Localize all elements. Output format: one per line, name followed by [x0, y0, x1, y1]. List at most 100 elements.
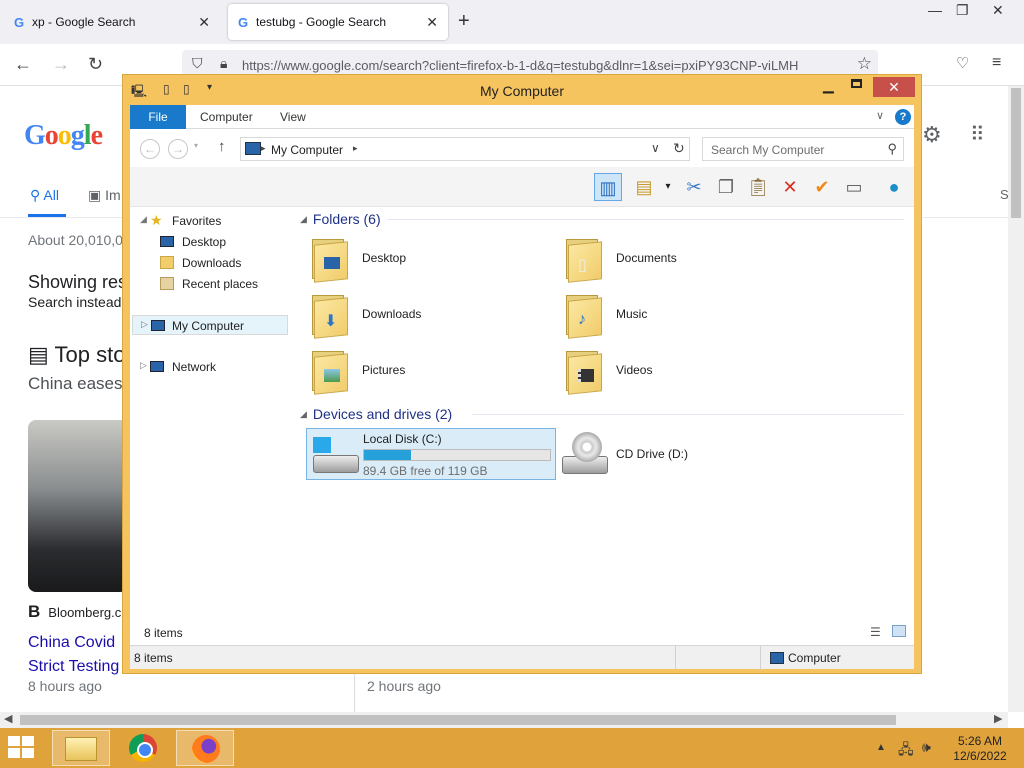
delete-icon[interactable]: ✕: [776, 173, 804, 201]
tab-all[interactable]: ⚲ All: [30, 187, 59, 204]
breadcrumb-chevron-icon[interactable]: ▸: [261, 143, 266, 154]
minimize-icon[interactable]: ▁: [823, 77, 834, 94]
volume-icon[interactable]: 🕪︎: [922, 739, 931, 756]
up-arrow-icon[interactable]: ↑: [218, 138, 226, 155]
back-icon[interactable]: ←: [140, 139, 160, 159]
close-icon[interactable]: ✕: [873, 77, 915, 97]
taskbar-chrome[interactable]: [114, 730, 172, 766]
search-icon[interactable]: ⚲: [887, 141, 897, 157]
tab-xp-search[interactable]: G xp - Google Search ✕: [4, 4, 220, 40]
show-hidden-icons-icon[interactable]: ▲: [876, 742, 886, 753]
forward-icon[interactable]: →: [52, 54, 70, 75]
navigation-pane-icon[interactable]: ▥: [594, 173, 622, 201]
scroll-left-icon[interactable]: ◀: [4, 712, 12, 725]
tab-label: testubg - Google Search: [256, 15, 387, 29]
paste-icon[interactable]: 📋︎: [744, 173, 772, 201]
taskbar-clock[interactable]: 5:26 AM 12/6/2022: [950, 734, 1010, 764]
cd-drive-icon: [562, 432, 608, 476]
network-tray-icon[interactable]: 🖧︎: [898, 739, 914, 763]
folder-pictures[interactable]: Pictures: [310, 345, 540, 397]
breadcrumb-chevron-icon[interactable]: ▸: [353, 143, 358, 154]
settings-gear-icon[interactable]: ⚙: [922, 122, 942, 148]
search-placeholder[interactable]: Search My Computer: [711, 143, 824, 157]
address-bar[interactable]: ▸ My Computer ▸ ∨ ↻: [240, 137, 690, 161]
nav-desktop[interactable]: Desktop: [130, 232, 290, 252]
bookmark-star-icon[interactable]: ☆: [857, 54, 872, 74]
nav-recent-places[interactable]: Recent places: [130, 274, 290, 294]
page-horizontal-scrollbar[interactable]: ◀ ▶: [0, 712, 1008, 728]
tab-view[interactable]: View: [266, 105, 320, 129]
devices-group-header[interactable]: ◢ Devices and drives (2): [300, 406, 452, 422]
rename-icon[interactable]: ✔: [808, 173, 836, 201]
tab-testubg-search[interactable]: G testubg - Google Search ✕: [228, 4, 448, 40]
search-box[interactable]: Search My Computer ⚲: [702, 137, 904, 161]
desktop-folder-icon: [310, 237, 350, 283]
scroll-right-icon[interactable]: ▶: [994, 712, 1002, 725]
pocket-icon[interactable]: ♡: [956, 54, 969, 72]
navigation-pane: ◢ ★ Favorites Desktop Downloads Recent p…: [130, 207, 290, 617]
shield-icon[interactable]: ⛉: [192, 55, 203, 72]
close-window-icon[interactable]: ✕: [992, 2, 1004, 19]
properties-dropdown-icon[interactable]: ▾: [654, 173, 682, 201]
apps-grid-icon[interactable]: ⠿: [970, 122, 985, 147]
tab-computer[interactable]: Computer: [186, 105, 267, 129]
forward-icon[interactable]: →: [168, 139, 188, 159]
drive-local-disk-c[interactable]: Local Disk (C:) 89.4 GB free of 119 GB: [306, 428, 556, 480]
search-instead-link[interactable]: Search instead: [28, 294, 121, 310]
close-tab-icon[interactable]: ✕: [198, 14, 210, 31]
menu-icon[interactable]: ≡: [992, 54, 1001, 72]
recent-locations-icon[interactable]: ▾: [194, 141, 198, 150]
expand-arrow-icon[interactable]: ◢: [140, 214, 147, 225]
google-logo[interactable]: Google: [24, 120, 103, 152]
nav-my-computer[interactable]: ▷ My Computer: [132, 315, 288, 335]
expand-arrow-icon[interactable]: ▷: [140, 360, 147, 371]
close-tab-icon[interactable]: ✕: [426, 14, 438, 31]
recent-places-icon: [160, 277, 174, 290]
folder-music[interactable]: ♪ Music: [564, 289, 794, 341]
bloomberg-logo-icon: B: [28, 602, 41, 621]
story-thumbnail[interactable]: [28, 420, 128, 592]
minimize-icon[interactable]: —: [928, 2, 942, 18]
lock-icon[interactable]: 🔒︎: [220, 55, 227, 72]
nav-favorites[interactable]: ◢ ★ Favorites: [130, 211, 290, 231]
details-view-icon[interactable]: ☰: [870, 625, 881, 639]
cut-icon[interactable]: ✂: [680, 173, 708, 201]
folder-desktop[interactable]: Desktop: [310, 233, 540, 285]
nav-network[interactable]: ▷ Network: [130, 357, 290, 377]
address-dropdown-icon[interactable]: ∨: [651, 141, 660, 155]
story-headline-link[interactable]: China Covid Strict Testing: [28, 631, 119, 679]
taskbar-firefox[interactable]: [176, 730, 234, 766]
back-icon[interactable]: ←: [14, 54, 32, 75]
help-icon[interactable]: ?: [895, 109, 911, 125]
scrollbar-thumb[interactable]: [20, 715, 896, 725]
page-vertical-scrollbar[interactable]: [1008, 86, 1024, 712]
refresh-icon[interactable]: ↻: [673, 140, 685, 157]
breadcrumb-my-computer[interactable]: My Computer: [271, 143, 343, 157]
reload-icon[interactable]: ↻: [88, 54, 103, 75]
copy-icon[interactable]: ❐: [712, 173, 740, 201]
tab-images[interactable]: ▣ Im: [88, 187, 121, 204]
drive-icon[interactable]: ▭: [840, 173, 868, 201]
folder-documents[interactable]: ▯ Documents: [564, 233, 794, 285]
story-subtitle: China eases: [28, 374, 123, 393]
network-globe-icon[interactable]: ●: [880, 173, 908, 201]
maximize-icon[interactable]: [851, 79, 862, 88]
url-text[interactable]: https://www.google.com/search?client=fir…: [242, 58, 802, 73]
tab-file[interactable]: File: [130, 105, 186, 129]
new-tab-icon[interactable]: +: [458, 10, 470, 33]
start-button[interactable]: [8, 736, 36, 760]
expand-ribbon-icon[interactable]: ∨: [876, 109, 884, 122]
drive-cd-d[interactable]: CD Drive (D:): [562, 428, 762, 480]
taskbar-file-explorer[interactable]: [52, 730, 110, 766]
folders-group-header[interactable]: ◢ Folders (6): [300, 211, 381, 227]
window-title: My Computer: [479, 83, 565, 99]
restore-icon[interactable]: ❐: [956, 2, 969, 19]
nav-downloads[interactable]: Downloads: [130, 253, 290, 273]
folder-videos[interactable]: Videos: [564, 345, 794, 397]
expand-arrow-icon[interactable]: ▷: [141, 319, 148, 330]
scrollbar-thumb[interactable]: [1011, 88, 1021, 218]
tab-partial[interactable]: S: [1000, 187, 1008, 202]
folder-downloads[interactable]: ⬇ Downloads: [310, 289, 540, 341]
large-icons-view-icon[interactable]: [892, 625, 906, 637]
explorer-title-bar[interactable]: 🖳 ▯ ▯ ▾ My Computer ▁ ✕: [123, 75, 921, 105]
